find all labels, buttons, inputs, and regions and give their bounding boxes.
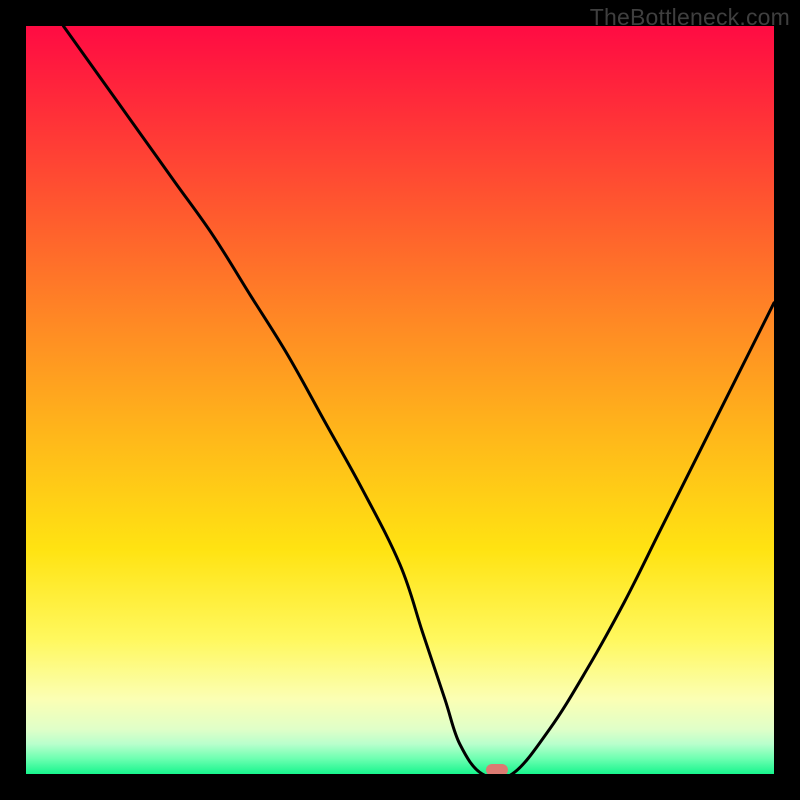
chart-frame: TheBottleneck.com — [0, 0, 800, 800]
bottleneck-curve — [63, 26, 774, 774]
optimal-marker — [486, 764, 508, 774]
plot-area — [26, 26, 774, 774]
curve-svg — [26, 26, 774, 774]
